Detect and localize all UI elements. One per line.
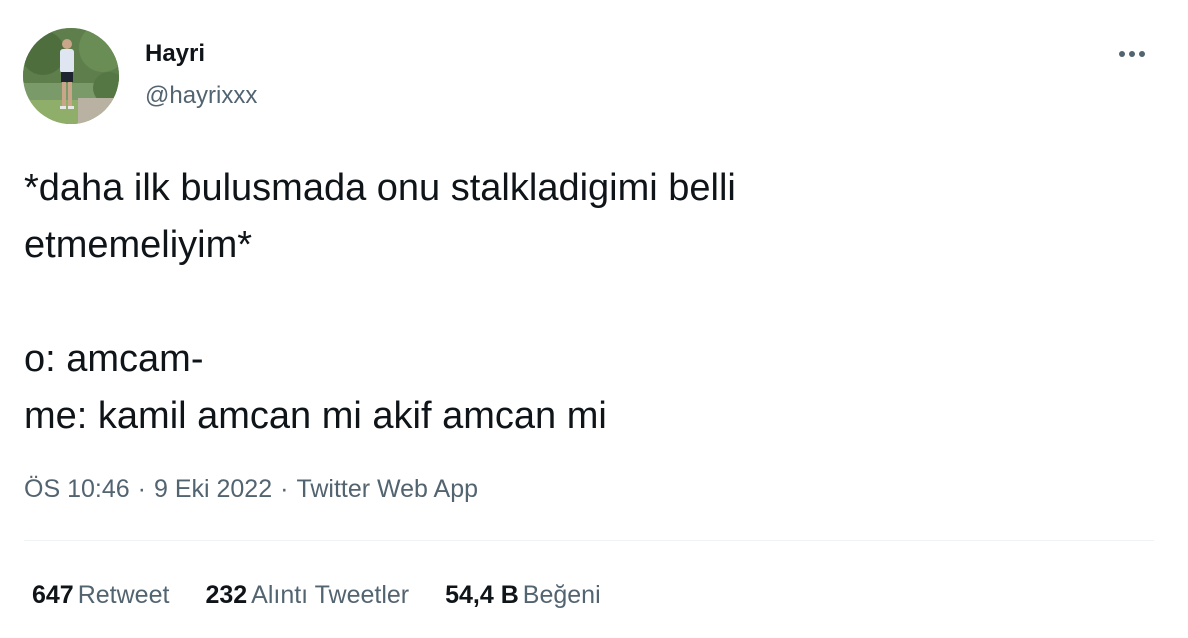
divider xyxy=(24,540,1154,541)
more-horizontal-icon[interactable] xyxy=(1112,36,1152,72)
like-count: 54,4 B xyxy=(445,581,519,609)
quote-stat[interactable]: 232 Alıntı Tweetler xyxy=(205,580,409,610)
tweet-text: *daha ilk bulusmada onu stalkladigimi be… xyxy=(24,167,736,437)
retweet-label: Retweet xyxy=(77,581,170,609)
author-avatar[interactable] xyxy=(23,28,119,124)
like-stat[interactable]: 54,4 B Beğeni xyxy=(445,580,601,610)
retweet-count: 647 xyxy=(32,581,74,609)
tweet-date[interactable]: 9 Eki 2022 xyxy=(154,475,272,503)
tweet-time[interactable]: ÖS 10:46 xyxy=(24,475,130,503)
author-handle[interactable]: @hayrixxx xyxy=(145,82,257,110)
quote-label: Alıntı Tweetler xyxy=(251,581,410,609)
like-label: Beğeni xyxy=(522,581,601,609)
avatar-photo xyxy=(23,28,119,124)
meta-separator: · xyxy=(137,475,146,503)
tweet-source[interactable]: Twitter Web App xyxy=(296,475,478,503)
tweet-metadata: ÖS 10:46 · 9 Eki 2022 · Twitter Web App xyxy=(24,474,478,504)
meta-separator: · xyxy=(280,475,289,503)
quote-count: 232 xyxy=(205,581,248,609)
retweet-stat[interactable]: 647 Retweet xyxy=(32,580,169,610)
tweet-stats: 647 Retweet 232 Alıntı Tweetler 54,4 B Beğeni xyxy=(32,580,637,610)
author-display-name[interactable]: Hayri xyxy=(145,40,205,68)
